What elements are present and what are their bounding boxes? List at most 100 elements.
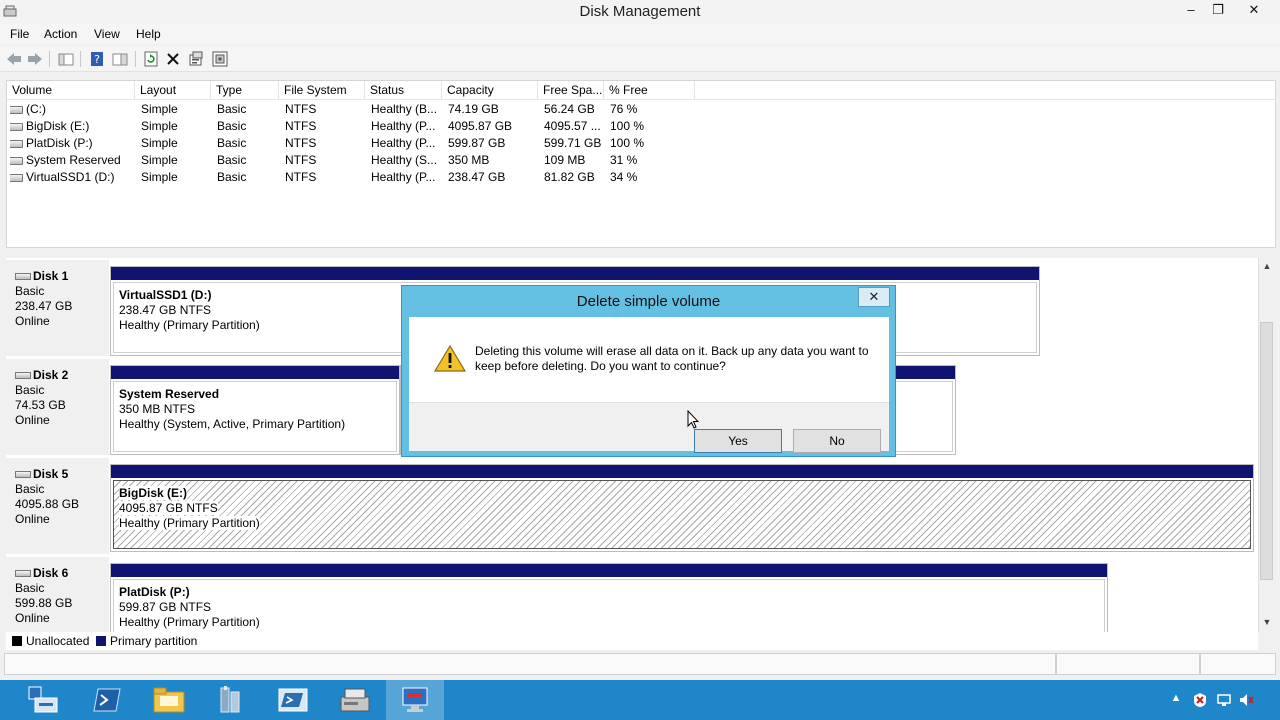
back-arrow-icon[interactable] (4, 49, 24, 69)
column-header-layout[interactable]: Layout (135, 81, 211, 100)
status-segment (1200, 653, 1276, 675)
menu-file[interactable]: File (10, 27, 29, 41)
volume-list[interactable]: Volume Layout Type File System Status Ca… (6, 80, 1276, 248)
scroll-up-arrow-icon[interactable]: ▲ (1259, 258, 1275, 274)
column-header-type[interactable]: Type (211, 81, 279, 100)
delete-icon[interactable] (163, 49, 183, 69)
partition-name: BigDisk (E:) (119, 486, 188, 500)
disk-icon (15, 471, 31, 479)
status-bar (4, 653, 1276, 677)
network-icon[interactable] (1216, 692, 1232, 708)
disk-size: 599.88 GB (15, 596, 73, 610)
table-row[interactable]: (C:) Simple Basic NTFS Healthy (B... 74.… (7, 101, 1275, 118)
file-system-cell: NTFS (285, 119, 317, 133)
volume-name: VirtualSSD1 (D:) (26, 170, 115, 184)
refresh-icon[interactable] (141, 49, 161, 69)
settings-icon[interactable] (210, 49, 230, 69)
no-button[interactable]: No (793, 429, 881, 453)
table-row[interactable]: BigDisk (E:) Simple Basic NTFS Healthy (… (7, 118, 1275, 135)
column-header-volume[interactable]: Volume (7, 81, 135, 100)
column-header-capacity[interactable]: Capacity (442, 81, 538, 100)
disk-info-disk-2[interactable]: Disk 2 Basic 74.53 GB Online (6, 359, 109, 455)
powershell-taskbar-icon[interactable] (78, 680, 136, 720)
primary-partition-bar (111, 366, 399, 379)
file-explorer-taskbar-icon[interactable] (140, 680, 198, 720)
layout-cell: Simple (141, 102, 178, 116)
restore-button[interactable]: ❐ (1203, 0, 1233, 20)
window-title: Disk Management (579, 3, 701, 20)
computer-management-taskbar-icon[interactable] (326, 680, 384, 720)
pane-splitter[interactable] (0, 248, 1280, 258)
partition-fs: 599.87 GB NTFS (119, 600, 212, 614)
partition-name: System Reserved (119, 387, 220, 401)
disk-state: Online (15, 611, 50, 625)
legend-primary-partition: Primary partition (110, 634, 198, 648)
primary-partition-swatch (96, 636, 106, 646)
dialog-message: Deleting this volume will erase all data… (475, 344, 869, 373)
column-header-free-space[interactable]: Free Spa... (538, 81, 604, 100)
legend: Unallocated Primary partition (6, 632, 1258, 650)
disk-name: Disk 5 (33, 467, 69, 481)
forward-arrow-icon[interactable] (25, 49, 45, 69)
drive-icon (10, 156, 23, 165)
disk-pane-scrollbar[interactable]: ▲ ▼ (1258, 258, 1274, 632)
type-cell: Basic (217, 153, 247, 167)
console-tree-icon[interactable] (56, 49, 76, 69)
type-cell: Basic (217, 119, 247, 133)
scroll-down-arrow-icon[interactable]: ▼ (1259, 614, 1275, 630)
table-row[interactable]: System Reserved Simple Basic NTFS Health… (7, 152, 1275, 169)
disk-name: Disk 6 (33, 566, 69, 580)
disk-management-taskbar-icon[interactable] (386, 680, 444, 720)
scroll-thumb[interactable] (1260, 322, 1273, 580)
disk-name: Disk 2 (33, 368, 69, 382)
server-tools-taskbar-icon[interactable] (202, 680, 260, 720)
dialog-body: Deleting this volume will erase all data… (409, 317, 889, 453)
capacity-cell: 599.87 GB (448, 136, 506, 150)
properties-pane-icon[interactable] (110, 49, 130, 69)
disk-info-disk-1[interactable]: Disk 1 Basic 238.47 GB Online (6, 260, 109, 356)
percent-free-cell: 76 % (610, 102, 638, 116)
toolbar: ? (0, 46, 1280, 72)
column-header-status[interactable]: Status (365, 81, 442, 100)
properties-icon[interactable] (186, 49, 206, 69)
dialog-close-button[interactable]: ✕ (858, 287, 890, 307)
status-cell: Healthy (P... (371, 136, 436, 150)
partition-system-reserved[interactable]: System Reserved 350 MB NTFS Healthy (Sys… (110, 365, 400, 455)
action-center-icon[interactable] (1192, 692, 1208, 708)
powershell-ise-taskbar-icon[interactable] (264, 680, 322, 720)
svg-text:?: ? (94, 53, 100, 66)
menu-view[interactable]: View (94, 27, 120, 41)
percent-free-cell: 34 % (610, 170, 638, 184)
layout-cell: Simple (141, 119, 178, 133)
status-segment (4, 653, 1056, 675)
taskbar: ▲ (0, 680, 1280, 720)
minimize-button[interactable]: ‒ (1176, 0, 1206, 20)
partition-bigdisk-selected[interactable]: BigDisk (E:) 4095.87 GB NTFS Healthy (Pr… (110, 464, 1254, 552)
status-cell: Healthy (P... (371, 170, 436, 184)
column-header-file-system[interactable]: File System (279, 81, 365, 100)
status-cell: Healthy (P... (371, 119, 436, 133)
column-header-percent-free[interactable]: % Free (604, 81, 695, 100)
partition-fs: 4095.87 GB NTFS (119, 501, 218, 515)
volume-muted-icon[interactable] (1238, 692, 1254, 708)
disk-info-disk-6[interactable]: Disk 6 Basic 599.88 GB Online (6, 557, 109, 632)
primary-partition-bar (111, 564, 1107, 577)
close-button[interactable]: ✕ (1239, 0, 1269, 20)
status-segment (1056, 653, 1200, 675)
menu-help[interactable]: Help (136, 27, 161, 41)
delete-volume-dialog: Delete simple volume ✕ Deleting this vol… (401, 285, 896, 457)
table-row[interactable]: PlatDisk (P:) Simple Basic NTFS Healthy … (7, 135, 1275, 152)
warning-icon (434, 344, 466, 372)
menu-action[interactable]: Action (44, 27, 77, 41)
disk-icon (15, 570, 31, 578)
help-icon[interactable]: ? (87, 49, 107, 69)
partition-platdisk[interactable]: PlatDisk (P:) 599.87 GB NTFS Healthy (Pr… (110, 563, 1108, 632)
table-row[interactable]: VirtualSSD1 (D:) Simple Basic NTFS Healt… (7, 169, 1275, 186)
disk-info-disk-5[interactable]: Disk 5 Basic 4095.88 GB Online (6, 458, 109, 554)
yes-button[interactable]: Yes (694, 429, 782, 453)
capacity-cell: 4095.87 GB (448, 119, 513, 133)
tray-expand-icon[interactable]: ▲ (1168, 692, 1184, 708)
server-manager-taskbar-icon[interactable] (14, 680, 72, 720)
drive-icon (10, 122, 23, 131)
capacity-cell: 350 MB (448, 153, 490, 167)
